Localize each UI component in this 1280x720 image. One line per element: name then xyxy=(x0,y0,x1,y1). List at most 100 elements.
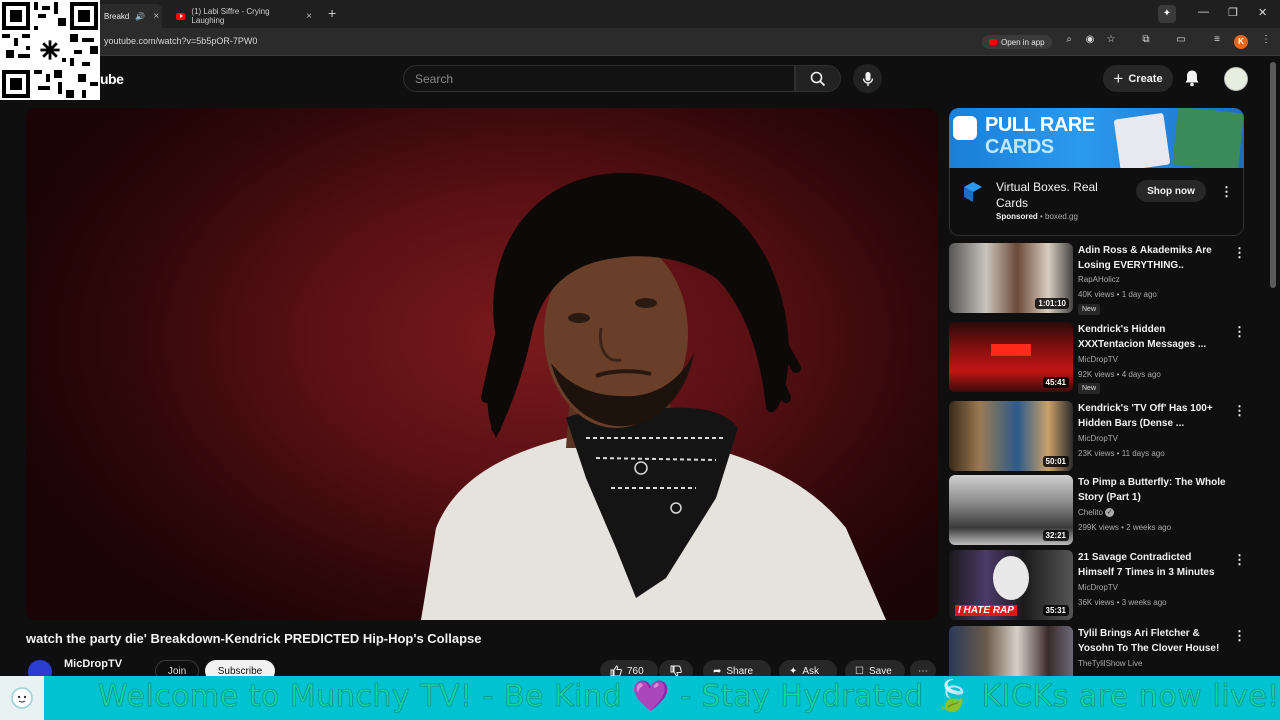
channel-label: Chelito xyxy=(1078,508,1103,517)
sponsored-label: Sponsored xyxy=(996,212,1038,221)
video-duration: 50:01 xyxy=(1042,456,1069,467)
video-thumbnail[interactable]: 45:41 xyxy=(949,322,1073,392)
create-button[interactable]: + Create xyxy=(1103,65,1173,92)
media-controls-icon[interactable]: ≡ xyxy=(1209,34,1225,45)
verified-check-icon: ✓ xyxy=(1105,508,1115,518)
video-frame-image xyxy=(421,172,886,620)
page-scrollbar[interactable] xyxy=(1270,62,1276,288)
clown-face-image xyxy=(993,556,1029,600)
recommendation-title[interactable]: Kendrick's 'TV Off' Has 100+ Hidden Bars… xyxy=(1078,401,1226,431)
open-in-app-button[interactable]: Open in app xyxy=(982,35,1052,49)
recommendation-menu-icon[interactable]: ⋮ xyxy=(1233,403,1246,419)
shop-now-button[interactable]: Shop now xyxy=(1136,180,1206,202)
notifications-button[interactable] xyxy=(1184,69,1200,92)
ad-banner-image[interactable]: PULL RARE CARDS xyxy=(949,108,1244,168)
close-tab-icon[interactable]: × xyxy=(306,11,312,22)
boxed-logo-icon xyxy=(964,182,982,202)
ai-sparkle-icon[interactable]: ✦ xyxy=(1158,5,1176,23)
qr-code xyxy=(0,0,100,100)
video-thumbnail[interactable]: 50:01 xyxy=(949,401,1073,471)
browser-profile-avatar[interactable]: K xyxy=(1234,35,1248,49)
video-duration: 45:41 xyxy=(1042,377,1069,388)
recommendation-channel[interactable]: MicDropTV xyxy=(1078,583,1118,592)
extensions-icon[interactable]: ⧉ xyxy=(1138,34,1154,45)
save-icon: ☐ xyxy=(855,665,864,677)
youtube-favicon-icon xyxy=(176,12,186,20)
minimize-icon[interactable]: — xyxy=(1198,6,1209,18)
recommendation-channel[interactable]: TheTylilShow Live xyxy=(1078,659,1142,668)
recommendation-menu-icon[interactable]: ⋮ xyxy=(1233,628,1246,644)
recommendation-item[interactable]: 32:21 To Pimp a Butterfly: The Whole Sto… xyxy=(949,475,1244,545)
recommendation-meta: 23K views • 11 days ago xyxy=(1078,449,1165,458)
recommendation-channel[interactable]: MicDropTV xyxy=(1078,355,1118,364)
trading-card-image xyxy=(1113,112,1171,168)
more-dots-icon: ⋯ xyxy=(918,665,928,677)
recommendation-channel[interactable]: MicDropTV xyxy=(1078,434,1118,443)
recommendation-item[interactable]: Tylil Brings Ari Fletcher & Yosohn To Th… xyxy=(949,626,1246,696)
save-label: Save xyxy=(868,665,892,677)
menu-dots-icon[interactable]: ⋮ xyxy=(1258,34,1274,45)
close-window-icon[interactable]: ✕ xyxy=(1258,6,1267,19)
new-tab-icon[interactable]: + xyxy=(328,5,336,21)
search-box[interactable] xyxy=(403,65,795,92)
recommendation-title[interactable]: 21 Savage Contradicted Himself 7 Times i… xyxy=(1078,550,1226,580)
munchy-logo-icon xyxy=(0,676,44,720)
browser-tab-bar: Breakd 🔊 × (1) Labi Siffre - Crying Laug… xyxy=(0,0,1280,28)
recommendation-item[interactable]: I HATE RAP 35:31 21 Savage Contradicted … xyxy=(949,550,1246,620)
search-button[interactable] xyxy=(795,65,841,92)
share-label: Share xyxy=(726,665,754,677)
ask-label: Ask xyxy=(802,665,820,677)
speaker-icon[interactable]: 🔊 xyxy=(135,12,145,21)
ticker-text: Welcome to Munchy TV! - Be Kind 💜 - Stay… xyxy=(98,679,1280,715)
recommendation-meta: 40K views • 1 day ago xyxy=(1078,290,1157,299)
channel-name[interactable]: MicDropTV xyxy=(64,658,122,670)
stream-ticker-banner: Welcome to Munchy TV! - Be Kind 💜 - Stay… xyxy=(0,676,1280,720)
tab-current[interactable]: Breakd 🔊 × xyxy=(96,4,162,28)
search-input[interactable] xyxy=(415,71,794,86)
bookmark-star-icon[interactable]: ☆ xyxy=(1103,34,1119,45)
open-in-app-label: Open in app xyxy=(1001,37,1045,47)
video-duration: 32:21 xyxy=(1042,530,1069,541)
recommendation-menu-icon[interactable]: ⋮ xyxy=(1233,245,1246,261)
recommendation-meta: 299K views • 2 weeks ago xyxy=(1078,523,1172,532)
ad-meta: Sponsored • boxed.gg xyxy=(996,212,1078,221)
recommendation-channel[interactable]: RapAHolicz xyxy=(1078,275,1120,284)
plus-icon: + xyxy=(1113,68,1124,88)
tracking-eye-icon[interactable]: ◉ xyxy=(1082,34,1098,45)
youtube-logo[interactable]: ube xyxy=(100,71,124,87)
video-thumbnail[interactable]: I HATE RAP 35:31 xyxy=(949,550,1073,620)
ad-banner-line2: CARDS xyxy=(985,136,1054,158)
bell-icon xyxy=(1185,70,1199,87)
video-duration: 35:31 xyxy=(1042,605,1069,616)
ad-banner-line1: PULL RARE xyxy=(985,114,1095,136)
video-player[interactable] xyxy=(26,108,938,620)
ad-title[interactable]: Virtual Boxes. Real Cards xyxy=(996,179,1126,211)
ad-menu-icon[interactable]: ⋮ xyxy=(1220,184,1233,200)
account-avatar[interactable] xyxy=(1224,67,1248,91)
recommendation-title[interactable]: Adin Ross & Akademiks Are Losing EVERYTH… xyxy=(1078,243,1226,273)
cast-icon[interactable]: ▭ xyxy=(1173,34,1189,45)
recommendation-title[interactable]: Kendrick's Hidden XXXTentacion Messages … xyxy=(1078,322,1226,352)
recommendation-meta: 92K views • 4 days ago xyxy=(1078,370,1161,379)
new-badge: New xyxy=(1078,304,1101,315)
recommendation-title[interactable]: Tylil Brings Ari Fletcher & Yosohn To Th… xyxy=(1078,626,1226,656)
tab-labi-siffre[interactable]: (1) Labi Siffre - Crying Laughing × xyxy=(168,4,320,28)
search-icon xyxy=(810,71,826,86)
recommendation-item[interactable]: 1:01:10 Adin Ross & Akademiks Are Losing… xyxy=(949,243,1246,315)
new-badge: New xyxy=(1078,383,1101,394)
recommendation-channel[interactable]: Chelito ✓ xyxy=(1078,508,1115,518)
video-thumbnail[interactable]: 32:21 xyxy=(949,475,1073,545)
url-text[interactable]: youtube.com/watch?v=5b5pOR-7PW0 xyxy=(104,36,257,46)
recommendation-menu-icon[interactable]: ⋮ xyxy=(1233,552,1246,568)
video-title: watch the party die' Breakdown-Kendrick … xyxy=(26,631,482,646)
zoom-icon[interactable]: ⌕ xyxy=(1061,34,1077,45)
video-thumbnail[interactable]: 1:01:10 xyxy=(949,243,1073,313)
recommendation-title[interactable]: To Pimp a Butterfly: The Whole Story (Pa… xyxy=(1078,475,1226,505)
recommendation-item[interactable]: 50:01 Kendrick's 'TV Off' Has 100+ Hidde… xyxy=(949,401,1246,471)
voice-search-button[interactable] xyxy=(853,64,882,93)
recommendation-item[interactable]: 45:41 Kendrick's Hidden XXXTentacion Mes… xyxy=(949,322,1246,394)
recommendation-menu-icon[interactable]: ⋮ xyxy=(1233,324,1246,340)
close-tab-icon[interactable]: × xyxy=(153,11,159,22)
qr-pattern xyxy=(2,2,98,98)
maximize-icon[interactable]: ❐ xyxy=(1228,6,1238,19)
